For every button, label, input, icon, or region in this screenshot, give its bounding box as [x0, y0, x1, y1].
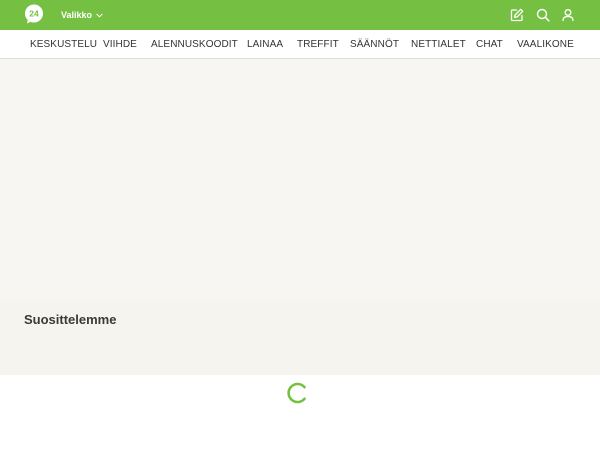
search-button[interactable] [536, 8, 550, 22]
site-logo[interactable]: 24 [24, 4, 44, 24]
user-button[interactable] [561, 8, 575, 22]
nav-item-viihde[interactable]: VIIHDE [103, 39, 137, 50]
menu-toggle-label: Valikko [61, 10, 93, 20]
search-icon [536, 8, 550, 22]
menu-toggle-button[interactable]: Valikko [61, 8, 103, 22]
write-button[interactable] [510, 8, 524, 22]
nav-item-nettialet[interactable]: NETTIALET [411, 39, 466, 50]
main-nav: KESKUSTELU VIIHDE ALENNUSKOODIT LAINAA T… [0, 30, 600, 59]
loading-spinner-icon [287, 382, 306, 404]
logo-bubble-icon: 24 [25, 4, 43, 24]
section-title-recommendations: Suosittelemme [24, 312, 117, 327]
nav-item-treffit[interactable]: TREFFIT [297, 39, 339, 50]
nav-item-alennuskoodit[interactable]: ALENNUSKOODIT [151, 39, 238, 50]
nav-item-saannot[interactable]: SÄÄNNÖT [350, 39, 399, 50]
nav-item-keskustelu[interactable]: KESKUSTELU [30, 39, 97, 50]
pencil-square-icon [510, 8, 524, 22]
nav-item-lainaa[interactable]: LAINAA [247, 39, 283, 50]
top-bar: 24 Valikko [0, 0, 600, 30]
chevron-down-icon [96, 13, 103, 17]
nav-item-vaalikone[interactable]: VAALIKONE [517, 39, 574, 50]
user-icon [562, 9, 574, 22]
loading-spinner [287, 382, 309, 404]
nav-item-chat[interactable]: CHAT [476, 39, 503, 50]
logo-text: 24 [29, 9, 39, 19]
